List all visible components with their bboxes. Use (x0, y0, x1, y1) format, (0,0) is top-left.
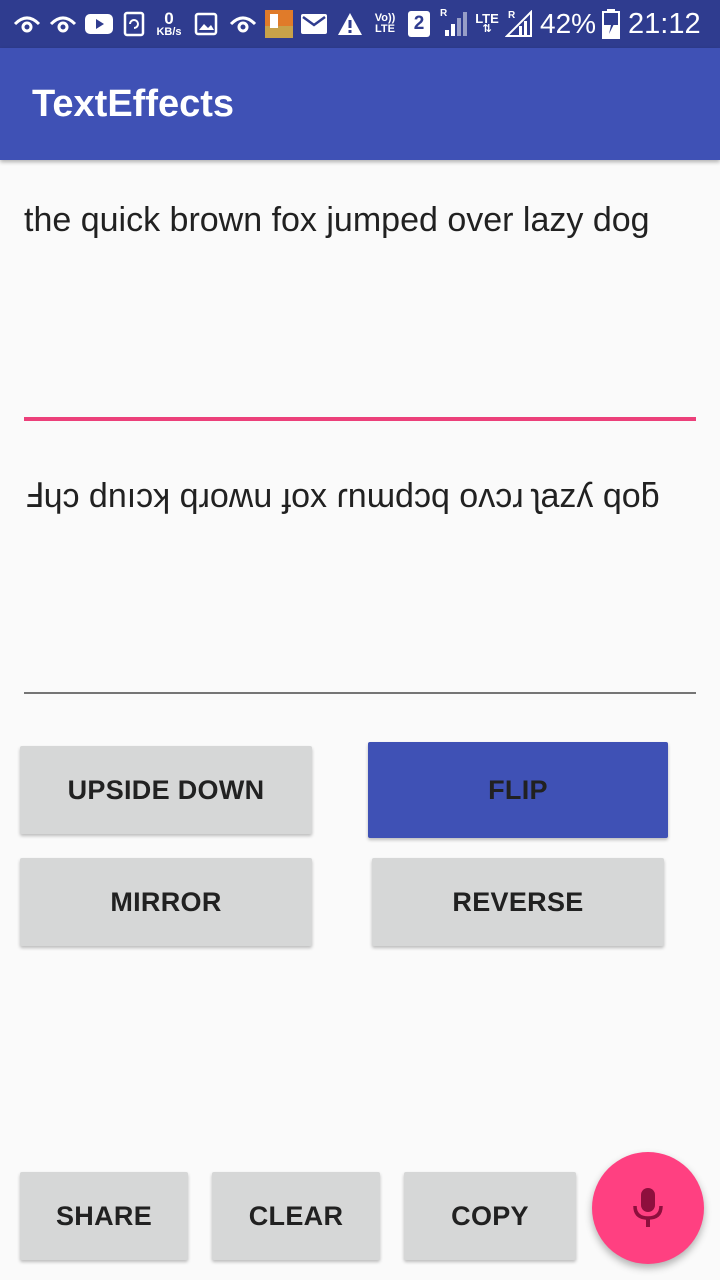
upside-down-button[interactable]: UPSIDE DOWN (20, 746, 312, 834)
wifi-sync-icon (226, 0, 260, 48)
signal-icon: R (504, 0, 534, 48)
clear-button[interactable]: CLEAR (212, 1172, 380, 1260)
network-speed: 0 KB/s (156, 8, 182, 38)
wifi-sync-icon (46, 0, 80, 48)
wifi-sync-icon (10, 0, 44, 48)
warning-icon (336, 0, 364, 48)
app-notification-icon (264, 0, 294, 48)
sync-icon (120, 0, 148, 48)
status-bar: 0 KB/s Vo)) LTE 2 R LTE ⇅ R 42% 21:12 (0, 0, 720, 48)
input-text[interactable]: the quick brown fox jumped over lazy dog (24, 196, 696, 244)
copy-button[interactable]: COPY (404, 1172, 576, 1260)
share-button[interactable]: SHARE (20, 1172, 188, 1260)
reverse-button[interactable]: REVERSE (372, 858, 664, 946)
youtube-icon (84, 0, 114, 48)
battery-charging-icon (600, 0, 622, 48)
input-text-field[interactable]: the quick brown fox jumped over lazy dog (24, 196, 696, 421)
signal-icon: R (438, 0, 468, 48)
microphone-icon (633, 1188, 663, 1227)
flip-button[interactable]: FLIP (368, 742, 668, 838)
lte-indicator: LTE ⇅ (475, 11, 499, 35)
input-underline (24, 417, 696, 421)
sim-2-icon: 2 (406, 0, 432, 48)
output-text[interactable]: Ⅎɥɔ dnıɔʞ qɹoʍu ɟox ɾnɯdɔq oʌɔɹ ʅazʎ qoƃ (24, 472, 696, 520)
gallery-icon (192, 0, 220, 48)
app-bar: TextEffects (0, 48, 720, 160)
battery-percent: 42% (540, 8, 597, 39)
mail-icon (300, 0, 328, 48)
clock: 21:12 (628, 8, 701, 40)
voice-input-fab[interactable] (592, 1152, 704, 1264)
mirror-button[interactable]: MIRROR (20, 858, 312, 946)
app-title: TextEffects (32, 83, 235, 125)
output-underline (24, 692, 696, 694)
volte-indicator: Vo)) LTE (374, 12, 396, 35)
output-text-field[interactable]: Ⅎɥɔ dnıɔʞ qɹoʍu ɟox ɾnɯdɔq oʌɔɹ ʅazʎ qoƃ (24, 472, 696, 694)
